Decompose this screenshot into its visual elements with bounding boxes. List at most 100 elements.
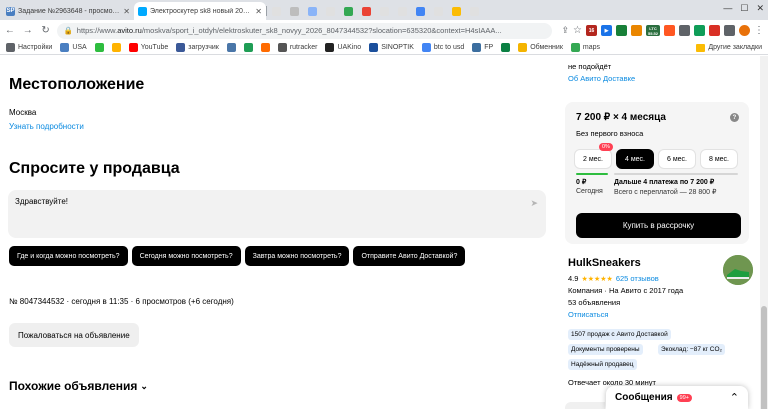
- pinned-tab[interactable]: [429, 2, 447, 20]
- bookmark-item[interactable]: Настройки: [6, 43, 52, 52]
- browser-tab-task[interactable]: SP Задание №2963648 - просмотр з ✕: [2, 2, 134, 20]
- bookmark-item[interactable]: FP: [472, 43, 493, 52]
- pinned-tab[interactable]: [465, 2, 483, 20]
- pinned-tab[interactable]: [375, 2, 393, 20]
- back-icon[interactable]: ←: [4, 25, 16, 36]
- ltc-price-icon[interactable]: LTC 55.52: [646, 25, 661, 36]
- bookmark-icon: [60, 43, 70, 52]
- tab-title: Электроскутер sk8 новый 2026 к: [150, 7, 253, 15]
- term-option[interactable]: 6 мес.: [658, 149, 696, 169]
- extension-icon[interactable]: ▶: [601, 25, 613, 36]
- quick-question-button[interactable]: Отправите Авито Доставкой?: [353, 246, 466, 266]
- complain-button[interactable]: Пожаловаться на объявление: [9, 323, 139, 347]
- bookmark-icon: [243, 43, 253, 52]
- bookmark-item[interactable]: USA: [60, 43, 87, 52]
- term-option-selected[interactable]: 4 мес.: [616, 149, 654, 169]
- tab-favicon-icon: SP: [6, 6, 15, 16]
- pinned-tab[interactable]: [357, 2, 375, 20]
- extension-icon[interactable]: [679, 25, 691, 36]
- extension-icon[interactable]: [631, 25, 643, 36]
- bookmark-item[interactable]: rutracker: [277, 43, 317, 52]
- info-icon[interactable]: ?: [730, 113, 739, 122]
- bookmark-item[interactable]: [94, 43, 104, 52]
- seller-name[interactable]: HulkSneakers: [568, 257, 641, 269]
- pinned-tab[interactable]: [285, 2, 303, 20]
- tab-favicon-icon: [325, 6, 335, 16]
- bookmark-item[interactable]: btc to usd: [421, 43, 464, 52]
- close-window-icon[interactable]: ✕: [756, 3, 764, 14]
- seller-avatar[interactable]: [723, 255, 753, 285]
- quick-question-button[interactable]: Где и когда можно посмотреть?: [9, 246, 128, 266]
- chevron-up-icon[interactable]: ⌃: [730, 391, 739, 404]
- buy-installment-button[interactable]: Купить в рассрочку: [576, 213, 741, 238]
- browser-tab-avito[interactable]: Электроскутер sk8 новый 2026 к ✕: [134, 2, 266, 20]
- bookmark-icon: [501, 43, 511, 52]
- pinned-tab[interactable]: [339, 2, 357, 20]
- extension-icon[interactable]: [616, 25, 628, 36]
- bookmark-item[interactable]: YouTube: [128, 43, 168, 52]
- similar-ads-toggle[interactable]: Похожие объявления ⌄: [9, 379, 148, 393]
- maximize-icon[interactable]: ☐: [740, 3, 748, 14]
- pinned-tab[interactable]: [267, 2, 285, 20]
- rating-value: 4.9: [568, 274, 579, 283]
- star-icon[interactable]: ☆: [573, 25, 582, 36]
- other-bookmarks[interactable]: Другие закладки: [696, 43, 762, 52]
- ask-seller-heading: Спросите у продавца: [9, 160, 180, 177]
- bookmark-item[interactable]: Обменник: [518, 43, 563, 52]
- message-input[interactable]: Здравствуйте! ➤: [8, 190, 546, 238]
- minimize-icon[interactable]: —: [723, 3, 732, 14]
- bookmark-item[interactable]: SINOPTIK: [369, 43, 414, 52]
- profile-avatar-icon[interactable]: [739, 25, 751, 36]
- bookmark-item[interactable]: [226, 43, 236, 52]
- quick-questions: Где и когда можно посмотреть? Сегодня мо…: [9, 246, 466, 266]
- reviews-link[interactable]: 625 отзывов: [616, 274, 659, 283]
- term-option[interactable]: 2 мес. 0%: [574, 143, 613, 169]
- tab-favicon-icon: [415, 6, 425, 16]
- location-details-link[interactable]: Узнать подробности: [9, 122, 84, 131]
- bookmark-item[interactable]: [501, 43, 511, 52]
- quick-question-button[interactable]: Сегодня можно посмотреть?: [131, 246, 241, 266]
- bookmark-item[interactable]: [111, 43, 121, 52]
- close-tab-icon[interactable]: ✕: [255, 7, 262, 16]
- next-card-edge: [565, 402, 605, 409]
- bookmark-item[interactable]: UAKino: [325, 43, 361, 52]
- pinned-tab[interactable]: [447, 2, 465, 20]
- messages-widget[interactable]: Сообщения 99+ ⌃: [606, 386, 748, 409]
- address-bar[interactable]: 🔒 https://www.avito.ru/moskva/sport_i_ot…: [57, 22, 552, 39]
- forward-icon[interactable]: →: [22, 25, 34, 36]
- bookmark-icon: [94, 43, 104, 52]
- unsubscribe-link[interactable]: Отписаться: [568, 310, 608, 319]
- bookmark-label: Настройки: [18, 44, 53, 51]
- term-option[interactable]: 8 мес.: [700, 149, 738, 169]
- extension-icon[interactable]: [664, 25, 676, 36]
- scrollbar-thumb[interactable]: [761, 306, 767, 409]
- pinned-tab[interactable]: [303, 2, 321, 20]
- share-icon[interactable]: ⇪: [562, 25, 570, 36]
- bookmark-item[interactable]: maps: [570, 43, 600, 52]
- bookmark-label: загрузчик: [188, 44, 219, 51]
- close-tab-icon[interactable]: ✕: [123, 7, 130, 16]
- seller-badge: Документы проверены: [568, 344, 643, 355]
- extension-icon[interactable]: 16: [586, 25, 598, 36]
- youtube-icon: [128, 43, 138, 52]
- pinned-tab[interactable]: [393, 2, 411, 20]
- extension-icon[interactable]: [709, 25, 721, 36]
- seller-ads-count[interactable]: 53 объявления: [568, 298, 620, 307]
- page-scrollbar[interactable]: [760, 56, 768, 409]
- menu-dots-icon[interactable]: ⋮: [754, 25, 764, 36]
- quick-question-button[interactable]: Завтра можно посмотреть?: [244, 246, 350, 266]
- bookmark-item[interactable]: [260, 43, 270, 52]
- send-icon[interactable]: ➤: [530, 198, 538, 209]
- browser-toolbar: ← → ↻ 🔒 https://www.avito.ru/moskva/spor…: [0, 20, 768, 41]
- pinned-tab[interactable]: [411, 2, 429, 20]
- bookmark-item[interactable]: [243, 43, 253, 52]
- seller-badge: Надёжный продавец: [568, 359, 637, 370]
- rest-payments: Дальше 4 платежа по 7 200 ₽: [614, 179, 715, 186]
- reload-icon[interactable]: ↻: [40, 25, 52, 36]
- url-host: avito.ru: [117, 26, 142, 35]
- delivery-info-link[interactable]: Об Авито Доставке: [568, 74, 635, 83]
- puzzle-icon[interactable]: [724, 25, 736, 36]
- bookmark-item[interactable]: загрузчик: [176, 43, 219, 52]
- pinned-tab[interactable]: [321, 2, 339, 20]
- extension-icon[interactable]: [694, 25, 706, 36]
